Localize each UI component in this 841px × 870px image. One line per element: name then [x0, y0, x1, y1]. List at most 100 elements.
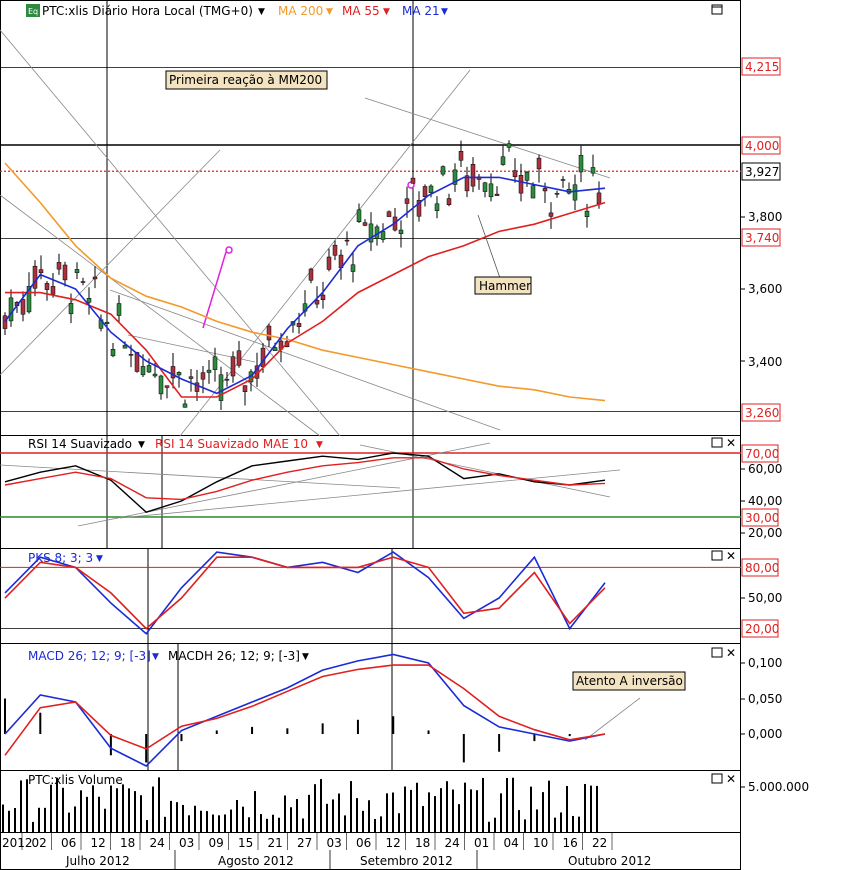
- volume-bar: [398, 813, 400, 832]
- annotation-hammer: Hammer: [474, 276, 532, 295]
- volume-bar: [254, 791, 256, 832]
- volume-bar: [170, 800, 172, 832]
- candle-body: [344, 239, 350, 242]
- candle-body: [542, 188, 548, 192]
- candle-body: [44, 283, 50, 290]
- price-tick-3800: 3,800: [748, 210, 782, 224]
- ma21-dropdown-icon[interactable]: ▼: [441, 7, 448, 17]
- candle-body: [50, 286, 56, 295]
- candle-body: [386, 211, 392, 217]
- volume-bar: [38, 807, 40, 832]
- volume-bar: [308, 794, 310, 832]
- volume-bar: [314, 784, 316, 832]
- candle-body: [572, 184, 578, 201]
- candle-body: [242, 385, 248, 392]
- macdh-label[interactable]: MACDH 26; 12; 9; [-3]: [168, 649, 300, 663]
- candle-body: [500, 156, 506, 165]
- pks-close-icon[interactable]: ✕: [726, 549, 736, 563]
- volume-bar: [572, 815, 574, 832]
- candle-body: [434, 203, 440, 211]
- volume-maximize-icon[interactable]: [711, 773, 723, 784]
- macd-line: [4, 653, 606, 767]
- candle-body: [326, 256, 332, 270]
- ma55-label[interactable]: MA 55: [342, 4, 380, 18]
- rsi-label[interactable]: RSI 14 Suavizado: [28, 437, 132, 451]
- annotation-mm200-text: Primeira reação à MM200: [169, 73, 322, 87]
- candle-body: [518, 175, 524, 194]
- pks-dropdown-icon[interactable]: ▼: [96, 554, 103, 564]
- candle-body: [362, 222, 368, 226]
- candle-body: [596, 192, 602, 205]
- candle-body: [350, 264, 356, 272]
- volume-bar: [20, 780, 22, 832]
- x-axis: 201202 06 12 18 24 03 09 15 21 27 03 06 12 18 24 01 04 10…: [2, 833, 651, 870]
- candle-body: [266, 325, 272, 341]
- volume-bar: [134, 791, 136, 832]
- volume-bar: [494, 817, 496, 832]
- candle-body: [86, 297, 92, 303]
- candle-body: [458, 150, 464, 161]
- volume-bar: [428, 792, 430, 832]
- rsi-close-icon[interactable]: ✕: [726, 436, 736, 450]
- ma55-dropdown-icon[interactable]: ▼: [383, 7, 390, 17]
- x-day-label: 24: [150, 836, 165, 850]
- price-tick-3600: 3,600: [748, 282, 782, 296]
- rsi-mae-label[interactable]: RSI 14 Suavizado MAE 10: [155, 437, 308, 451]
- volume-bar: [242, 806, 244, 832]
- candle-body: [554, 192, 560, 195]
- candle-body: [140, 366, 146, 376]
- volume-bar: [140, 795, 142, 832]
- volume-bar: [434, 796, 436, 832]
- volume-close-icon[interactable]: ✕: [726, 772, 736, 786]
- volume-bar: [530, 786, 532, 832]
- price-candles: [2, 140, 602, 411]
- macd-label[interactable]: MACD 26; 12; 9; [-3]: [28, 649, 151, 663]
- candle-body: [68, 303, 74, 315]
- symbol-dropdown-icon[interactable]: ▼: [258, 7, 265, 17]
- volume-bar: [50, 784, 52, 832]
- volume-bar: [296, 799, 298, 832]
- candle-body: [470, 164, 476, 187]
- volume-bar: [416, 782, 418, 832]
- volume-bar: [200, 810, 202, 832]
- eq-badge-text: Eq: [28, 7, 38, 16]
- candle-body: [56, 262, 62, 270]
- pks-label[interactable]: PKS 8; 3; 3: [28, 551, 93, 565]
- volume-label[interactable]: PTC:xlis Volume: [28, 773, 123, 787]
- x-month-label: Julho 2012: [65, 854, 130, 868]
- volume-bar: [446, 781, 448, 832]
- ma21-label[interactable]: MA 21: [402, 4, 440, 18]
- volume-panel-header: PTC:xlis Volume ✕ 5.000.000: [28, 772, 809, 794]
- maximize-icon[interactable]: [711, 4, 723, 15]
- candle-body: [332, 244, 338, 256]
- volume-bar: [266, 818, 268, 832]
- volume-bar: [440, 788, 442, 832]
- volume-bar: [122, 784, 124, 832]
- candle-body: [398, 229, 404, 234]
- rsi-axis: 70,00 60,00 40,00 30,00 20,00: [741, 444, 782, 540]
- macd-close-icon[interactable]: ✕: [726, 646, 736, 660]
- macd-dropdown-icon[interactable]: ▼: [152, 652, 159, 662]
- candle-body: [428, 185, 434, 193]
- ma200-dropdown-icon[interactable]: ▼: [326, 7, 333, 17]
- candle-body: [584, 210, 590, 217]
- ma200-label[interactable]: MA 200: [278, 4, 323, 18]
- pks-maximize-icon[interactable]: [711, 550, 723, 561]
- rsi-mae-dropdown-icon[interactable]: ▼: [316, 440, 323, 450]
- macdh-dropdown-icon[interactable]: ▼: [302, 652, 309, 662]
- candle-body: [74, 269, 80, 273]
- x-day-label: 06: [356, 836, 371, 850]
- rsi-maximize-icon[interactable]: [711, 437, 723, 448]
- volume-bar: [8, 810, 10, 832]
- symbol-label[interactable]: PTC:xlis Diário Hora Local (TMG+0): [42, 4, 253, 18]
- x-day-label: 24: [445, 836, 460, 850]
- volume-bar: [578, 816, 580, 832]
- rsi-dropdown-icon[interactable]: ▼: [138, 440, 145, 450]
- pks-level-20: 20,00: [745, 622, 779, 636]
- volume-bar: [146, 820, 148, 832]
- volume-bar: [488, 821, 490, 832]
- macd-maximize-icon[interactable]: [711, 647, 723, 658]
- volume-bar: [512, 777, 514, 832]
- volume-bar: [212, 814, 214, 832]
- price-panel-content: [0, 67, 741, 629]
